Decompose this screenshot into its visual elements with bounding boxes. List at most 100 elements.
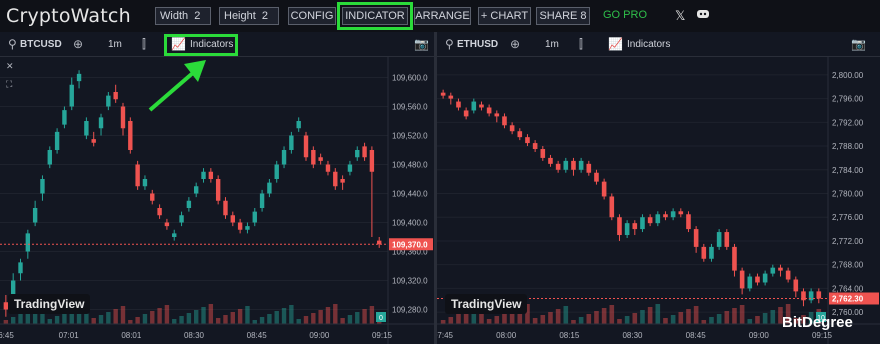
volume-bar — [113, 309, 118, 324]
volume-bar — [274, 311, 279, 324]
candle-body — [355, 150, 360, 158]
volume-bar — [732, 308, 737, 324]
config-button[interactable]: CONFIG — [288, 7, 336, 25]
volume-bar — [693, 306, 699, 324]
volume-bar — [624, 316, 630, 324]
volume-bar — [311, 313, 316, 324]
candle-body — [609, 196, 615, 218]
volume-bar — [594, 311, 599, 324]
volume-bar — [502, 313, 507, 324]
candle-body — [502, 116, 507, 126]
volume-bar — [106, 312, 111, 324]
width-label: Width — [160, 10, 189, 22]
candle-body — [456, 101, 461, 108]
discord-icon[interactable] — [696, 8, 710, 23]
time-tick-label: 08:30 — [184, 331, 205, 340]
price-tick-label: 109,560.0 — [392, 103, 428, 112]
price-tick-label: 109,600.0 — [392, 74, 428, 83]
interval-selector[interactable]: 1m — [545, 39, 559, 50]
share-button[interactable]: SHARE 8 — [536, 7, 590, 25]
x-icon[interactable]: 𝕏 — [675, 8, 685, 24]
volume-bar — [18, 314, 23, 324]
candle-body — [716, 232, 722, 247]
candle-body — [778, 267, 783, 271]
volume-bar — [164, 305, 170, 324]
volume-bar — [686, 309, 691, 324]
symbol-label[interactable]: ETHUSD — [457, 39, 498, 50]
indicators-highlight-box — [164, 34, 238, 56]
candle-style-icon[interactable]: ⫿ — [579, 37, 583, 52]
search-icon[interactable]: ⚲ — [445, 37, 454, 51]
time-tick-label: 09:00 — [749, 331, 770, 340]
volume-bar — [571, 320, 576, 324]
price-tick-label: 2,784.00 — [832, 166, 864, 175]
app-toolbar: CryptoWatch Width 2 Height 2 CONFIG INDI… — [0, 0, 880, 32]
time-tick-label: 08:15 — [559, 331, 580, 340]
arrange-button[interactable]: ARRANGE — [414, 7, 471, 25]
candle-body — [440, 92, 446, 96]
symbol-label[interactable]: BTCUSD — [20, 39, 62, 50]
candle-body — [479, 104, 484, 108]
time-tick-label: 09:15 — [372, 331, 393, 340]
volume-bar — [670, 315, 676, 324]
indicators-button-label[interactable]: Indicators — [627, 39, 670, 50]
candle-body — [135, 164, 140, 187]
candle-body — [150, 193, 155, 201]
volume-bar — [709, 317, 714, 324]
indicator-highlight-box — [337, 2, 413, 30]
price-tick-label: 2,796.00 — [832, 95, 864, 104]
volume-bar — [762, 313, 768, 324]
candle-body — [762, 273, 768, 283]
volume-bar — [223, 315, 228, 324]
indicators-icon[interactable]: 📈 — [608, 37, 623, 51]
chart-pane-ethusd: ⚲ ETHUSD ⊕ 1m ⫿ 📈 Indicators 📷 2,800.00 2… — [437, 32, 880, 344]
candle-body — [267, 182, 272, 194]
height-label: Height — [224, 10, 256, 22]
volume-bar — [655, 304, 661, 324]
volume-bar — [347, 315, 353, 324]
add-symbol-icon[interactable]: ⊕ — [73, 37, 83, 51]
candle-body — [463, 110, 469, 117]
time-tick-label: 08:45 — [686, 331, 707, 340]
candle-body — [486, 107, 492, 114]
go-pro-link[interactable]: GO PRO — [603, 9, 647, 21]
interval-selector[interactable]: 1m — [108, 39, 122, 50]
search-icon[interactable]: ⚲ — [8, 37, 17, 51]
width-field[interactable]: Width 2 — [155, 7, 211, 25]
volume-bar — [303, 316, 309, 324]
volume-bar — [578, 317, 584, 324]
candle-body — [632, 223, 638, 230]
candle-body — [540, 149, 546, 158]
volume-bar — [632, 313, 638, 324]
candle-body — [571, 160, 576, 170]
candle-style-icon[interactable]: ⫿ — [142, 37, 146, 52]
time-tick-label: 07:01 — [59, 331, 80, 340]
candle-body — [296, 121, 301, 129]
volume-bar — [289, 305, 294, 324]
candle-body — [230, 215, 235, 223]
candle-body — [755, 276, 760, 283]
time-tick-label: 6:45 — [0, 331, 14, 340]
candle-body — [362, 146, 367, 158]
candle-body — [106, 95, 111, 107]
candle-body — [785, 270, 791, 280]
price-tick-label: 2,772.00 — [832, 237, 864, 246]
candle-body — [113, 92, 118, 100]
volume-bar — [770, 310, 776, 324]
candle-body — [54, 131, 60, 150]
price-tick-label: 2,800.00 — [832, 71, 864, 80]
volume-bar — [208, 304, 214, 324]
app-logo[interactable]: CryptoWatch — [6, 5, 131, 27]
camera-icon[interactable]: 📷 — [414, 37, 429, 51]
height-field[interactable]: Height 2 — [219, 7, 279, 25]
volume-bar — [3, 320, 9, 324]
volume-bar — [647, 307, 653, 324]
camera-icon[interactable]: 📷 — [851, 37, 866, 51]
add-symbol-icon[interactable]: ⊕ — [510, 37, 520, 51]
candle-body — [686, 214, 691, 230]
candle-body — [586, 163, 592, 173]
add-chart-button[interactable]: + CHART — [478, 7, 531, 25]
candle-body — [640, 217, 645, 230]
price-tick-label: 2,768.00 — [832, 261, 864, 270]
candle-body — [517, 131, 523, 138]
